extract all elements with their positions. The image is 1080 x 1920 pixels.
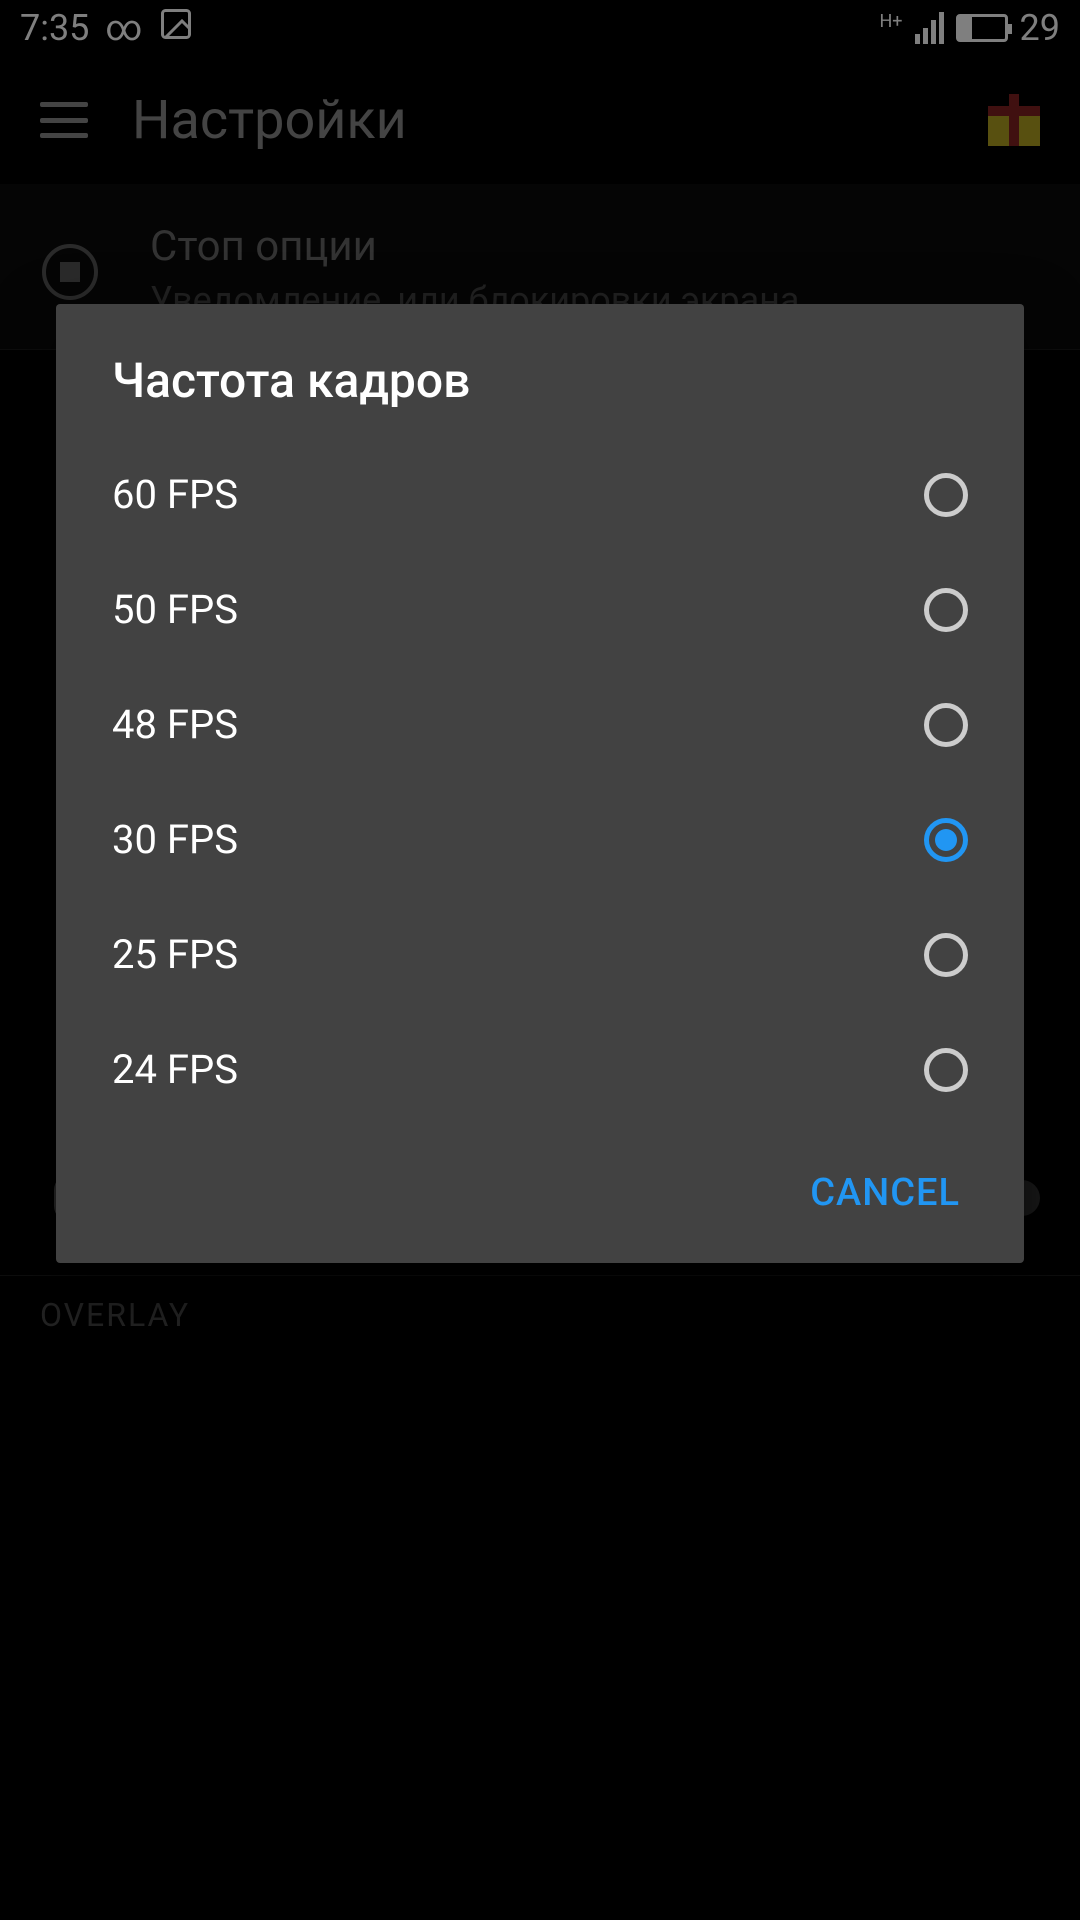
radio-icon bbox=[924, 933, 968, 977]
radio-option-60fps[interactable]: 60 FPS bbox=[56, 437, 1024, 552]
radio-label: 24 FPS bbox=[112, 1046, 238, 1093]
radio-list: 60 FPS 50 FPS 48 FPS 30 FPS 25 FPS 24 FP… bbox=[56, 429, 1024, 1135]
radio-icon bbox=[924, 1048, 968, 1092]
radio-icon bbox=[924, 473, 968, 517]
radio-label: 50 FPS bbox=[112, 586, 238, 633]
radio-label: 48 FPS bbox=[112, 701, 238, 748]
radio-icon-selected bbox=[924, 818, 968, 862]
dialog-actions: CANCEL bbox=[56, 1135, 1024, 1239]
radio-option-24fps[interactable]: 24 FPS bbox=[56, 1012, 1024, 1127]
radio-icon bbox=[924, 703, 968, 747]
radio-option-30fps[interactable]: 30 FPS bbox=[56, 782, 1024, 897]
cancel-button[interactable]: CANCEL bbox=[786, 1159, 984, 1227]
radio-option-48fps[interactable]: 48 FPS bbox=[56, 667, 1024, 782]
radio-label: 25 FPS bbox=[112, 931, 238, 978]
radio-label: 60 FPS bbox=[112, 471, 238, 518]
framerate-dialog: Частота кадров 60 FPS 50 FPS 48 FPS 30 F… bbox=[56, 304, 1024, 1263]
dialog-title: Частота кадров bbox=[56, 352, 1024, 409]
radio-option-25fps[interactable]: 25 FPS bbox=[56, 897, 1024, 1012]
radio-label: 30 FPS bbox=[112, 816, 238, 863]
radio-icon bbox=[924, 588, 968, 632]
radio-option-50fps[interactable]: 50 FPS bbox=[56, 552, 1024, 667]
